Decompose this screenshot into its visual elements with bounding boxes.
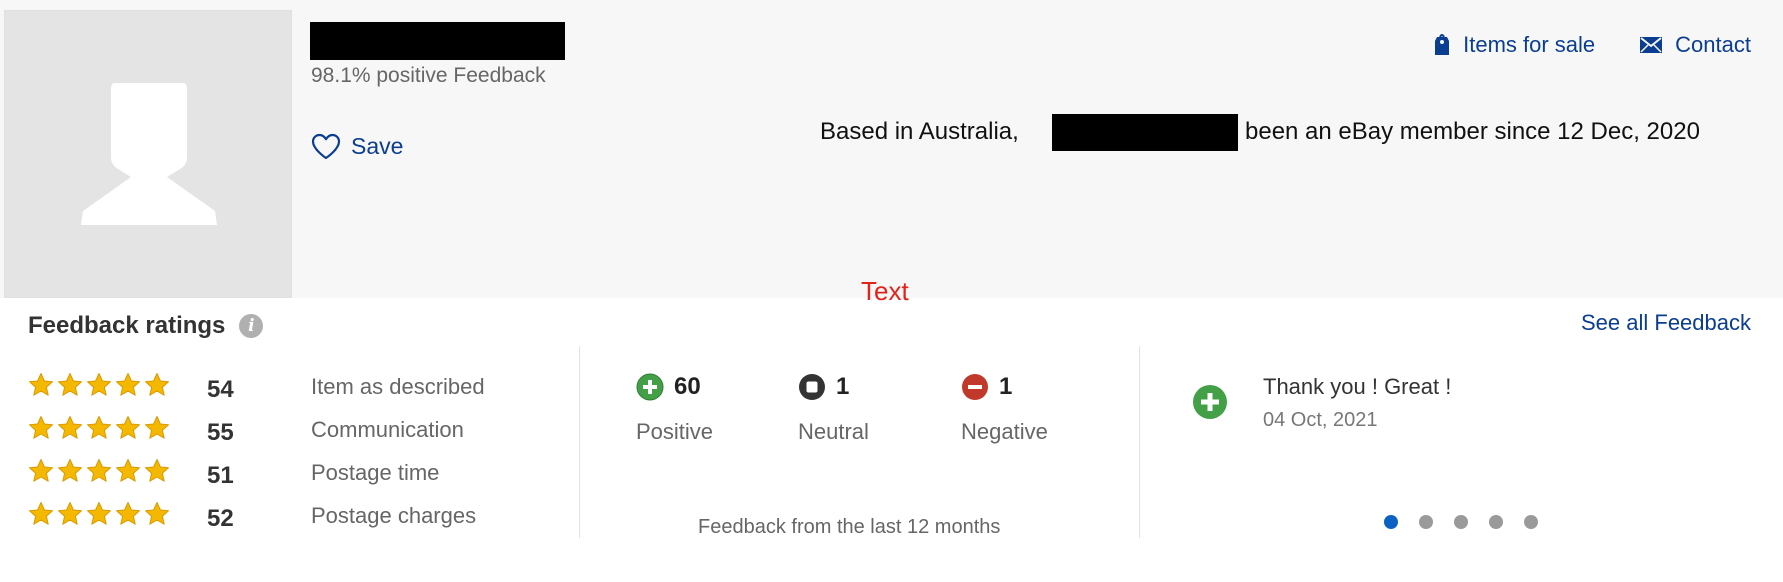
rating-label: Item as described xyxy=(311,374,485,399)
feedback-ratings-title: Feedback ratings i xyxy=(28,312,264,340)
star-rating xyxy=(28,415,170,441)
star-icon xyxy=(58,373,82,396)
based-in-text: Based in Australia, xyxy=(820,118,1019,145)
carousel-dot[interactable] xyxy=(1419,515,1433,529)
star-icon xyxy=(116,502,140,525)
feedback-ratings-heading: Feedback ratings xyxy=(28,312,226,339)
price-tag-icon xyxy=(1435,34,1450,55)
items-for-sale-link[interactable]: Items for sale xyxy=(1433,32,1595,58)
star-icon xyxy=(29,416,53,439)
redacted-seller-reference xyxy=(1052,114,1238,151)
negative-feedback-count[interactable]: 1 Negative xyxy=(961,373,1048,445)
section-divider xyxy=(1139,346,1140,538)
star-icon xyxy=(145,373,169,396)
star-rating xyxy=(28,501,170,527)
star-icon xyxy=(145,502,169,525)
star-rating xyxy=(28,458,170,484)
carousel-dot[interactable] xyxy=(1489,515,1503,529)
rating-label: Postage charges xyxy=(311,503,477,528)
rating-row-item-as-described: 54 Item as described xyxy=(28,372,588,415)
star-icon xyxy=(145,459,169,482)
square-circle-icon xyxy=(799,374,825,400)
star-icon xyxy=(116,459,140,482)
envelope-icon xyxy=(1640,37,1663,53)
member-since-text: been an eBay member since 12 Dec, 2020 xyxy=(1245,118,1700,145)
star-icon xyxy=(58,459,82,482)
default-user-silhouette-icon xyxy=(81,83,217,225)
recent-feedback-comment: Thank you ! Great ! xyxy=(1263,374,1452,399)
star-icon xyxy=(116,416,140,439)
star-icon xyxy=(87,502,111,525)
carousel-dot[interactable] xyxy=(1454,515,1468,529)
negative-count: 1 xyxy=(999,373,1013,400)
star-icon xyxy=(29,373,53,396)
feedback-summary: 60 Positive 1 Neutral 1 Negative xyxy=(636,373,1096,453)
recent-feedback-type xyxy=(1192,384,1228,425)
star-icon xyxy=(87,416,111,439)
contact-link[interactable]: Contact xyxy=(1639,32,1751,58)
neutral-count: 1 xyxy=(836,373,850,400)
star-icon xyxy=(87,373,111,396)
seller-avatar xyxy=(4,10,292,298)
see-all-feedback-link[interactable]: See all Feedback xyxy=(1581,310,1751,336)
positive-label: Positive xyxy=(636,419,714,444)
star-icon xyxy=(87,459,111,482)
negative-label: Negative xyxy=(961,419,1048,444)
info-icon[interactable]: i xyxy=(239,314,264,338)
star-icon xyxy=(145,416,169,439)
annotation-text: Text xyxy=(861,276,909,306)
star-icon xyxy=(58,416,82,439)
neutral-label: Neutral xyxy=(798,419,869,444)
rating-row-postage-time: 51 Postage time xyxy=(28,458,588,501)
carousel-dot[interactable] xyxy=(1384,515,1398,529)
save-seller-button[interactable]: Save xyxy=(311,133,403,160)
positive-count: 60 xyxy=(674,373,701,400)
rating-row-communication: 55 Communication xyxy=(28,415,588,458)
carousel-dot[interactable] xyxy=(1524,515,1538,529)
rating-row-postage-charges: 52 Postage charges xyxy=(28,501,588,544)
save-label: Save xyxy=(351,133,404,159)
seller-actions: Items for sale Contact xyxy=(1433,32,1751,58)
items-for-sale-label: Items for sale xyxy=(1463,32,1596,57)
plus-circle-icon xyxy=(636,373,664,401)
rating-label: Postage time xyxy=(311,460,440,485)
rating-count: 52 xyxy=(207,505,234,532)
positive-feedback-percent: 98.1% positive Feedback xyxy=(311,64,546,87)
redacted-seller-name xyxy=(310,22,565,60)
section-divider xyxy=(579,346,580,538)
neutral-feedback-count[interactable]: 1 Neutral xyxy=(798,373,869,445)
positive-feedback-count[interactable]: 60 Positive xyxy=(636,373,713,445)
recent-feedback-date: 04 Oct, 2021 xyxy=(1263,409,1378,431)
star-rating xyxy=(28,372,170,398)
rating-count: 51 xyxy=(207,462,234,489)
detailed-seller-ratings: 54 Item as described 55 Communication 51… xyxy=(28,372,588,544)
rating-count: 54 xyxy=(207,376,234,403)
rating-count: 55 xyxy=(207,419,234,446)
feedback-carousel-dots xyxy=(1384,515,1538,529)
heart-outline-icon xyxy=(311,133,341,160)
feedback-period-note: Feedback from the last 12 months xyxy=(698,516,1001,538)
contact-label: Contact xyxy=(1675,32,1751,57)
star-icon xyxy=(29,459,53,482)
star-icon xyxy=(116,373,140,396)
star-icon xyxy=(29,502,53,525)
rating-label: Communication xyxy=(311,417,464,442)
star-icon xyxy=(58,502,82,525)
plus-circle-icon xyxy=(1193,385,1227,419)
minus-circle-icon xyxy=(962,374,988,400)
